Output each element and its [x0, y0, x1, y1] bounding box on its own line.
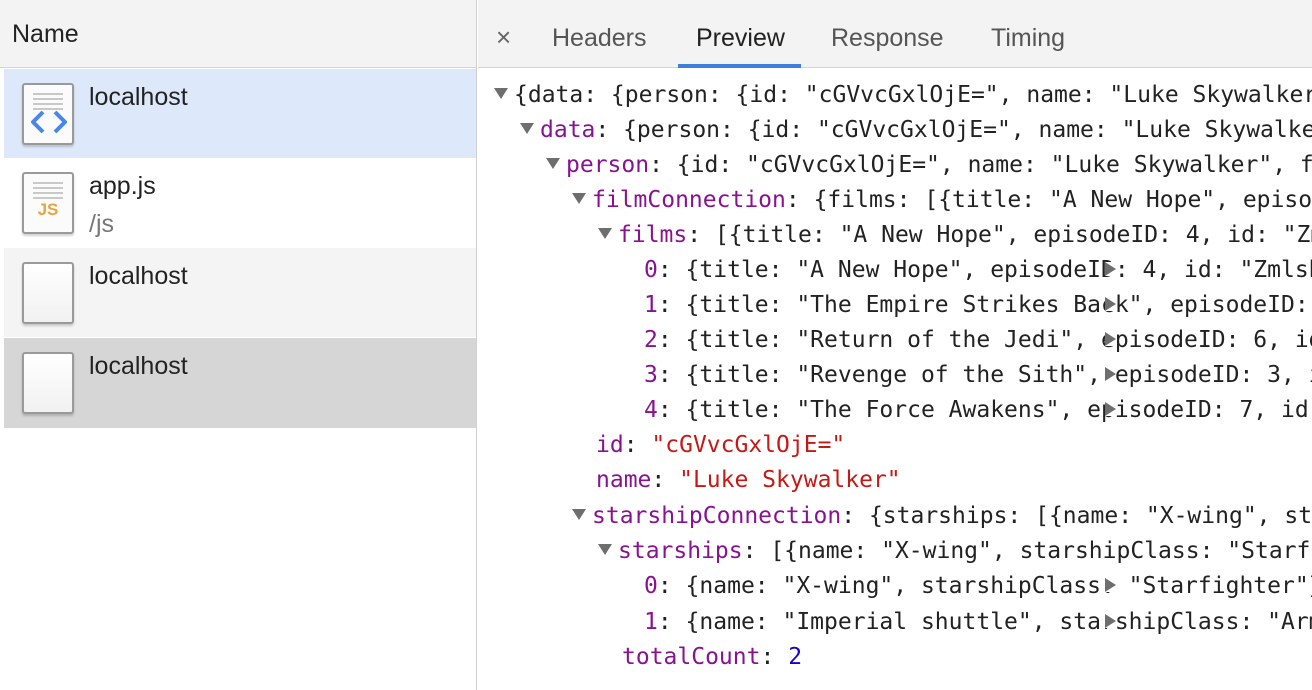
expand-triangle-icon[interactable]: [1105, 366, 1116, 381]
node-key: filmConnection: [592, 187, 786, 213]
tree-leaf-name[interactable]: name: "Luke Skywalker": [596, 463, 901, 497]
tree-node-film-connection[interactable]: filmConnection: {films: [{title: "A New …: [572, 183, 1312, 217]
node-key: starships: [618, 538, 743, 564]
node-summary: : [{title: "A New Hope", episodeID: 4, i…: [687, 222, 1312, 248]
node-index: 1: [644, 292, 658, 318]
node-summary: : {title: "A New Hope", episodeID: 4, id…: [657, 257, 1312, 283]
name-column-label: Name: [12, 20, 79, 48]
node-summary: : {person: {id: "cGVvcGxlOjE=", name: "L…: [595, 117, 1312, 143]
tree-node-film-item[interactable]: 1: {title: "The Empire Strikes Back", ep…: [624, 288, 1312, 322]
request-name: app.js: [89, 172, 156, 200]
tree-node-film-item[interactable]: 2: {title: "Return of the Jedi", episode…: [624, 323, 1312, 357]
node-summary: : {films: [{title: "A New Hope", episode…: [785, 187, 1312, 213]
tab-timing[interactable]: Timing: [991, 24, 1065, 53]
blank-document-icon: [22, 262, 74, 324]
node-index: 3: [644, 362, 658, 388]
node-summary: : {title: "Revenge of the Sith", episode…: [657, 362, 1312, 388]
json-preview-tree: {data: {person: {id: "cGVvcGxlOjE=", nam…: [478, 78, 1312, 690]
tree-node-film-item[interactable]: 3: {title: "Revenge of the Sith", episod…: [624, 358, 1312, 392]
string-value: "Luke Skywalker": [679, 467, 901, 493]
expand-triangle-icon[interactable]: [1105, 577, 1116, 592]
request-name: localhost: [89, 352, 188, 380]
node-index: 2: [644, 327, 658, 353]
tree-node-root[interactable]: {data: {person: {id: "cGVvcGxlOjE=", nam…: [494, 78, 1312, 112]
request-name: localhost: [89, 262, 188, 290]
detail-tab-bar: × Headers Preview Response Timing: [478, 0, 1312, 68]
node-key: name: [596, 467, 652, 493]
node-key: starshipConnection: [592, 503, 842, 529]
tree-leaf-id[interactable]: id: "cGVvcGxlOjE=": [596, 428, 845, 462]
request-row-localhost-document[interactable]: localhost: [4, 69, 476, 158]
expand-triangle-icon[interactable]: [1105, 261, 1116, 276]
expand-triangle-icon[interactable]: [1105, 296, 1116, 311]
js-file-icon: JS: [22, 172, 74, 234]
node-key: id: [596, 432, 624, 458]
name-column-header[interactable]: Name: [0, 0, 476, 68]
close-icon[interactable]: ×: [496, 24, 511, 50]
tree-node-starships[interactable]: starships: [{name: "X-wing", starshipCla…: [598, 534, 1312, 568]
collapse-triangle-icon[interactable]: [572, 193, 586, 204]
tab-response[interactable]: Response: [831, 24, 944, 53]
node-summary: : [{name: "X-wing", starshipClass: "Star…: [742, 538, 1312, 564]
tree-node-films[interactable]: films: [{title: "A New Hope", episodeID:…: [598, 218, 1312, 252]
node-summary: : {name: "X-wing", starshipClass: "Starf…: [657, 573, 1312, 599]
collapse-triangle-icon[interactable]: [572, 509, 586, 520]
collapse-triangle-icon[interactable]: [494, 88, 508, 99]
tree-node-starship-connection[interactable]: starshipConnection: {starships: [{name: …: [572, 499, 1312, 533]
node-summary: : {id: "cGVvcGxlOjE=", name: "Luke Skywa…: [649, 152, 1312, 178]
blank-document-icon: [22, 352, 74, 414]
expand-triangle-icon[interactable]: [1105, 401, 1116, 416]
request-row-localhost-selected[interactable]: localhost: [4, 338, 476, 428]
html-document-icon: [22, 83, 74, 145]
request-row-app-js[interactable]: JS app.js /js: [4, 158, 476, 247]
request-detail-panel: × Headers Preview Response Timing {data:…: [478, 0, 1312, 690]
expand-triangle-icon[interactable]: [1105, 331, 1116, 346]
node-index: 0: [644, 257, 658, 283]
tab-headers[interactable]: Headers: [552, 24, 647, 53]
collapse-triangle-icon[interactable]: [598, 544, 612, 555]
request-list-panel: Name localhost JS app.js /js localhost l…: [0, 0, 477, 690]
collapse-triangle-icon[interactable]: [546, 158, 560, 169]
node-key: data: [540, 117, 596, 143]
node-summary: : {name: "Imperial shuttle", starshipCla…: [657, 609, 1312, 635]
request-row-localhost-xhr[interactable]: localhost: [4, 248, 476, 337]
node-key: totalCount: [622, 644, 761, 670]
tree-leaf-total-count[interactable]: totalCount: 2: [622, 640, 802, 674]
node-index: 0: [644, 573, 658, 599]
tab-preview[interactable]: Preview: [696, 24, 785, 53]
tree-node-data[interactable]: data: {person: {id: "cGVvcGxlOjE=", name…: [520, 113, 1312, 147]
tree-node-starship-item[interactable]: 0: {name: "X-wing", starshipClass: "Star…: [624, 569, 1312, 603]
tree-node-person[interactable]: person: {id: "cGVvcGxlOjE=", name: "Luke…: [546, 148, 1312, 182]
tree-node-starship-item[interactable]: 1: {name: "Imperial shuttle", starshipCl…: [624, 605, 1312, 639]
request-name: localhost: [89, 83, 188, 111]
tree-node-film-item[interactable]: 0: {title: "A New Hope", episodeID: 4, i…: [624, 253, 1312, 287]
tree-node-film-item[interactable]: 4: {title: "The Force Awakens", episodeI…: [624, 393, 1312, 427]
node-key: films: [618, 222, 688, 248]
collapse-triangle-icon[interactable]: [520, 123, 534, 134]
collapse-triangle-icon[interactable]: [598, 228, 612, 239]
node-index: 4: [644, 397, 658, 423]
node-index: 1: [644, 609, 658, 635]
node-summary: {data: {person: {id: "cGVvcGxlOjE=", nam…: [514, 82, 1312, 108]
node-summary: : {title: "The Empire Strikes Back", epi…: [657, 292, 1312, 318]
node-summary: : {title: "Return of the Jedi", episodeI…: [657, 327, 1312, 353]
number-value: 2: [788, 644, 803, 670]
request-path: /js: [89, 210, 114, 238]
node-key: person: [566, 152, 650, 178]
expand-triangle-icon[interactable]: [1105, 613, 1116, 628]
node-summary: : {title: "The Force Awakens", episodeID…: [657, 397, 1312, 423]
node-summary: : {starships: [{name: "X-wing", starship…: [841, 503, 1312, 529]
active-tab-indicator: [678, 64, 801, 68]
string-value: "cGVvcGxlOjE=": [651, 432, 846, 458]
